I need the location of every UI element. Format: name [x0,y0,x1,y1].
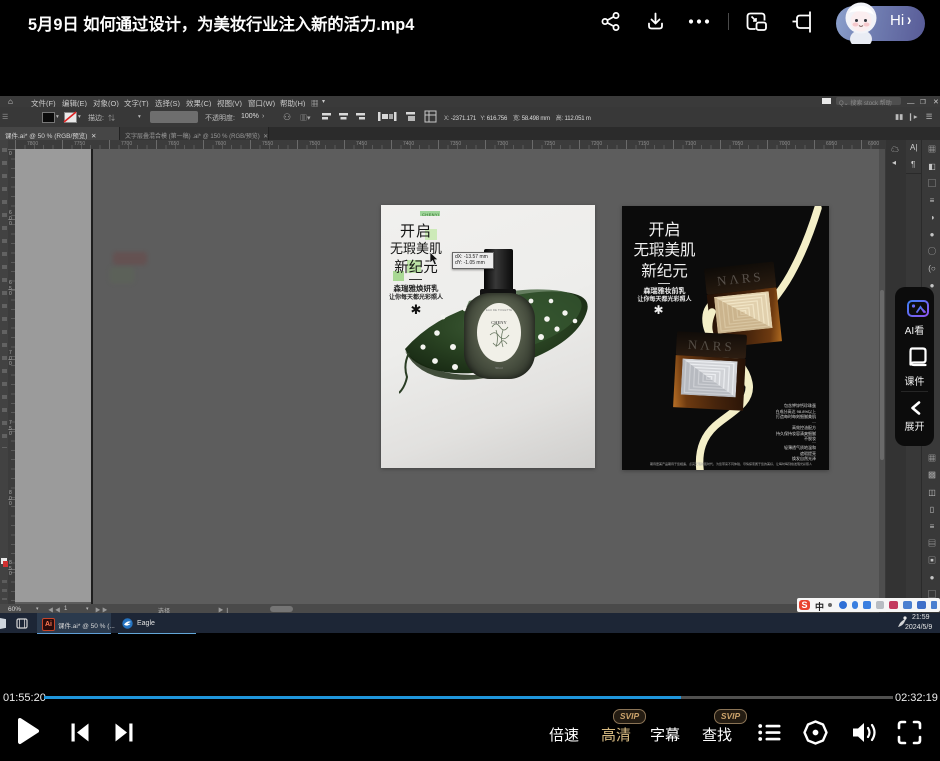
svg-text:CHENY: CHENY [491,320,507,325]
